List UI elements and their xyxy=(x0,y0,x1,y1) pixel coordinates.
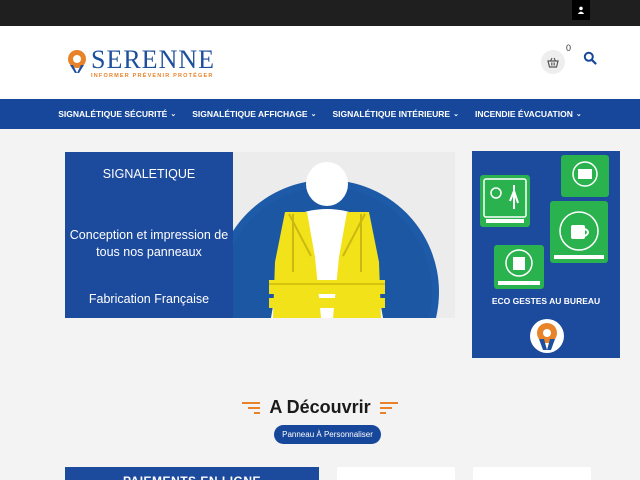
nav-item-label: INCENDIE ÉVACUATION xyxy=(474,109,573,119)
product-card[interactable] xyxy=(337,467,455,480)
brand-name: SERENNE xyxy=(91,45,215,74)
promo-eco-gestes[interactable]: ECO GESTES AU BUREAU xyxy=(472,151,620,358)
search-icon[interactable] xyxy=(583,51,597,65)
section-title: A Découvrir xyxy=(269,397,371,417)
banner-image xyxy=(215,152,455,318)
cart-button[interactable] xyxy=(541,50,565,74)
promo-caption: ECO GESTES AU BUREAU xyxy=(491,296,601,306)
nav-item-label: SIGNALÉTIQUE AFFICHAGE xyxy=(192,109,308,119)
card-title: PAIEMENTS EN LIGNE xyxy=(65,467,319,480)
nav-item-label: SIGNALÉTIQUE INTÉRIEURE xyxy=(332,109,451,119)
nav-item-signaletique-affichage[interactable]: SIGNALÉTIQUE AFFICHAGE ⌄ xyxy=(192,109,316,119)
logo-mark-icon xyxy=(68,50,86,73)
heading-decoration-left xyxy=(242,401,261,414)
eco-signs-image xyxy=(480,155,609,353)
category-pill-button[interactable]: Panneau À Personnaliser xyxy=(274,425,381,444)
nav-item-signaletique-interieure[interactable]: SIGNALÉTIQUE INTÉRIEURE ⌄ xyxy=(332,109,458,119)
nav-item-signaletique-securite[interactable]: SIGNALÉTIQUE SÉCURITÉ ⌄ xyxy=(58,109,176,119)
banner-text-panel: SIGNALETIQUE Conception et impression de… xyxy=(65,152,233,318)
banner-description: Conception et impression de tous nos pan… xyxy=(69,228,229,259)
top-bar xyxy=(0,0,640,26)
site-header: SERENNE INFORMER PRÉVENIR PROTÉGER 0 xyxy=(0,26,640,99)
banner-title: SIGNALETIQUE xyxy=(102,167,196,181)
chevron-down-icon: ⌄ xyxy=(575,111,582,118)
product-card[interactable] xyxy=(473,467,591,480)
user-account-button[interactable] xyxy=(572,0,590,20)
nav-item-incendie-evacuation[interactable]: INCENDIE ÉVACUATION ⌄ xyxy=(475,109,582,119)
user-icon xyxy=(577,6,585,14)
site-logo[interactable]: SERENNE INFORMER PRÉVENIR PROTÉGER xyxy=(64,45,215,79)
cart-count-badge: 0 xyxy=(566,43,572,53)
section-heading: A Découvrir xyxy=(0,397,640,418)
main-navigation: SIGNALÉTIQUE SÉCURITÉ ⌄ SIGNALÉTIQUE AFFI… xyxy=(0,99,640,129)
chevron-down-icon: ⌄ xyxy=(310,111,317,118)
product-card[interactable]: PAIEMENTS EN LIGNE xyxy=(65,467,319,480)
chevron-down-icon: ⌄ xyxy=(170,111,177,118)
heading-decoration-right xyxy=(379,401,398,414)
brand-tagline: INFORMER PRÉVENIR PROTÉGER xyxy=(91,73,214,79)
basket-icon xyxy=(547,57,559,68)
banner-footer: Fabrication Française xyxy=(88,292,210,306)
hero-banner[interactable]: SIGNALETIQUE Conception et impression de… xyxy=(65,152,455,318)
nav-item-label: SIGNALÉTIQUE SÉCURITÉ xyxy=(58,109,168,119)
safety-vest-sign-icon xyxy=(215,152,455,318)
chevron-down-icon: ⌄ xyxy=(453,111,459,118)
